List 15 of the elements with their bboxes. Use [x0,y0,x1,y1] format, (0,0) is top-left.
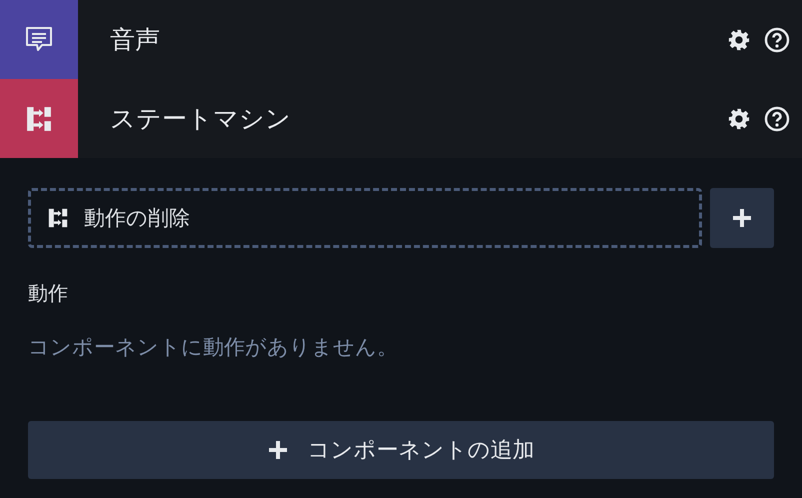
add-action-button[interactable] [710,188,774,248]
section-heading: 動作 [28,280,69,307]
component-name: 音声 [109,24,161,56]
add-component-button[interactable]: コンポーネントの追加 [28,421,774,479]
state-machine-icon [48,208,68,228]
settings-icon[interactable] [728,28,750,50]
plus-icon [732,208,752,228]
component-name: ステートマシン [109,103,292,135]
settings-icon[interactable] [728,108,750,130]
plus-icon [268,440,288,460]
empty-message: コンポーネントに動作がありません。 [28,334,399,361]
help-icon[interactable] [764,26,790,52]
state-machine-icon [26,106,52,132]
action-drop-zone[interactable]: 動作の削除 [28,188,702,248]
help-icon[interactable] [764,106,790,132]
